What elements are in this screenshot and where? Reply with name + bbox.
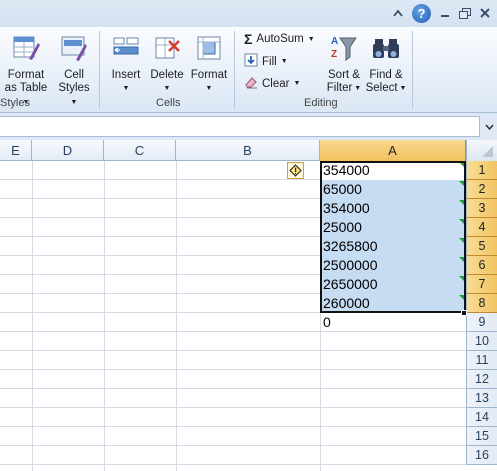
cell-a9[interactable]: 0 [321,313,465,332]
fill-down-icon [244,53,258,70]
gridline [0,369,466,370]
error-indicator-icon [459,200,464,205]
delete-button[interactable]: Delete ▼ [148,33,186,95]
gridline [0,445,466,446]
expand-formula-bar-icon[interactable] [481,116,497,137]
cell-styles-icon [54,33,94,67]
row-header-10[interactable]: 10 [466,332,497,351]
column-header-d[interactable]: D [32,140,104,161]
row-header-7[interactable]: 7 [466,275,497,294]
gridline [0,464,466,465]
minimize-window-icon[interactable] [438,5,452,21]
gridline [32,161,33,471]
sort-filter-icon: A Z [323,33,365,67]
sort-filter-button[interactable]: A Z Sort & Filter ▼ [323,33,365,95]
column-header-b[interactable]: B [176,140,320,161]
cell-value: 2500000 [323,257,378,273]
restore-window-icon[interactable] [458,5,472,21]
gridline [0,407,466,408]
row-header-9[interactable]: 9 [466,313,497,332]
error-indicator-icon [459,238,464,243]
cell-styles-button[interactable]: Cell Styles ▼ [54,33,94,109]
binoculars-icon [365,33,407,67]
row-header-12[interactable]: 12 [466,370,497,389]
cell-value: 25000 [323,219,362,235]
svg-text:Z: Z [331,49,337,60]
insert-cells-icon [107,33,145,67]
cell-value: 354000 [323,200,370,216]
row-header-14[interactable]: 14 [466,408,497,427]
cell-a8[interactable]: 260000 [321,294,465,313]
format-button[interactable]: Format ▼ [189,33,229,95]
styles-group-label: Styles [0,97,30,109]
error-indicator-icon [459,219,464,224]
row-header-15[interactable]: 15 [466,427,497,446]
sigma-icon: Σ [244,31,253,47]
fill-handle[interactable] [461,310,467,316]
row-header-6[interactable]: 6 [466,256,497,275]
error-indicator-icon [459,162,464,167]
cell-value: 354000 [323,162,370,178]
gridline [0,388,466,389]
error-indicator-icon [459,257,464,262]
fill-button[interactable]: Fill ▼ [244,53,288,70]
delete-cells-icon [148,33,186,67]
svg-text:A: A [331,36,338,47]
row-header-8[interactable]: 8 [466,294,497,313]
worksheet-grid[interactable]: E D C B A 1 2 3 4 5 6 7 8 9 10 11 12 13 14 15 16 354000… [0,140,497,471]
error-warning-icon[interactable] [287,162,304,179]
group-divider [412,31,413,109]
cell-value: 2650000 [323,276,378,292]
group-divider [234,31,235,109]
format-as-table-icon [4,33,48,67]
gridline [0,426,466,427]
error-indicator-icon [459,295,464,300]
error-indicator-icon [459,181,464,186]
row-header-1[interactable]: 1 [466,161,497,180]
row-header-4[interactable]: 4 [466,218,497,237]
format-cells-icon [189,33,229,67]
insert-button[interactable]: Insert ▼ [107,33,145,95]
cell-value: 0 [323,314,331,330]
minimize-ribbon-icon[interactable] [392,5,404,21]
row-header-13[interactable]: 13 [466,389,497,408]
cell-value: 260000 [323,295,370,311]
gridline [104,161,105,471]
close-window-icon[interactable] [478,5,492,21]
row-header-2[interactable]: 2 [466,180,497,199]
cell-a3[interactable]: 354000 [321,199,465,218]
cells-group-label: Cells [156,97,181,109]
cell-value: 3265800 [323,238,378,254]
group-divider [99,31,100,109]
select-all-corner[interactable] [466,140,497,161]
column-header-e[interactable]: E [0,140,32,161]
column-header-c[interactable]: C [104,140,176,161]
cell-value: 65000 [323,181,362,197]
formula-input[interactable] [0,116,480,137]
cell-a4[interactable]: 25000 [321,218,465,237]
column-headers: E D C B A [0,140,497,161]
cell-a6[interactable]: 2500000 [321,256,465,275]
ribbon: Format as Table ▼ Cell Styles ▼ Styles I… [0,27,497,113]
cell-a7[interactable]: 2650000 [321,275,465,294]
autosum-button[interactable]: Σ AutoSum ▼ [244,31,315,47]
find-select-button[interactable]: Find & Select ▼ [365,33,407,95]
cell-a5[interactable]: 3265800 [321,237,465,256]
error-indicator-icon [459,276,464,281]
cell-a1[interactable]: 354000 [321,161,465,180]
formula-bar [0,113,497,140]
row-header-16[interactable]: 16 [466,446,497,465]
gridline [176,161,177,471]
cell-a2[interactable]: 65000 [321,180,465,199]
eraser-icon [244,75,258,92]
clear-button[interactable]: Clear ▼ [244,75,300,92]
column-header-a[interactable]: A [320,140,466,161]
help-icon[interactable]: ? [412,4,431,23]
row-header-3[interactable]: 3 [466,199,497,218]
gridline [0,350,466,351]
title-bar: ? [0,0,497,27]
editing-group-label: Editing [304,97,338,109]
row-header-5[interactable]: 5 [466,237,497,256]
row-header-11[interactable]: 11 [466,351,497,370]
